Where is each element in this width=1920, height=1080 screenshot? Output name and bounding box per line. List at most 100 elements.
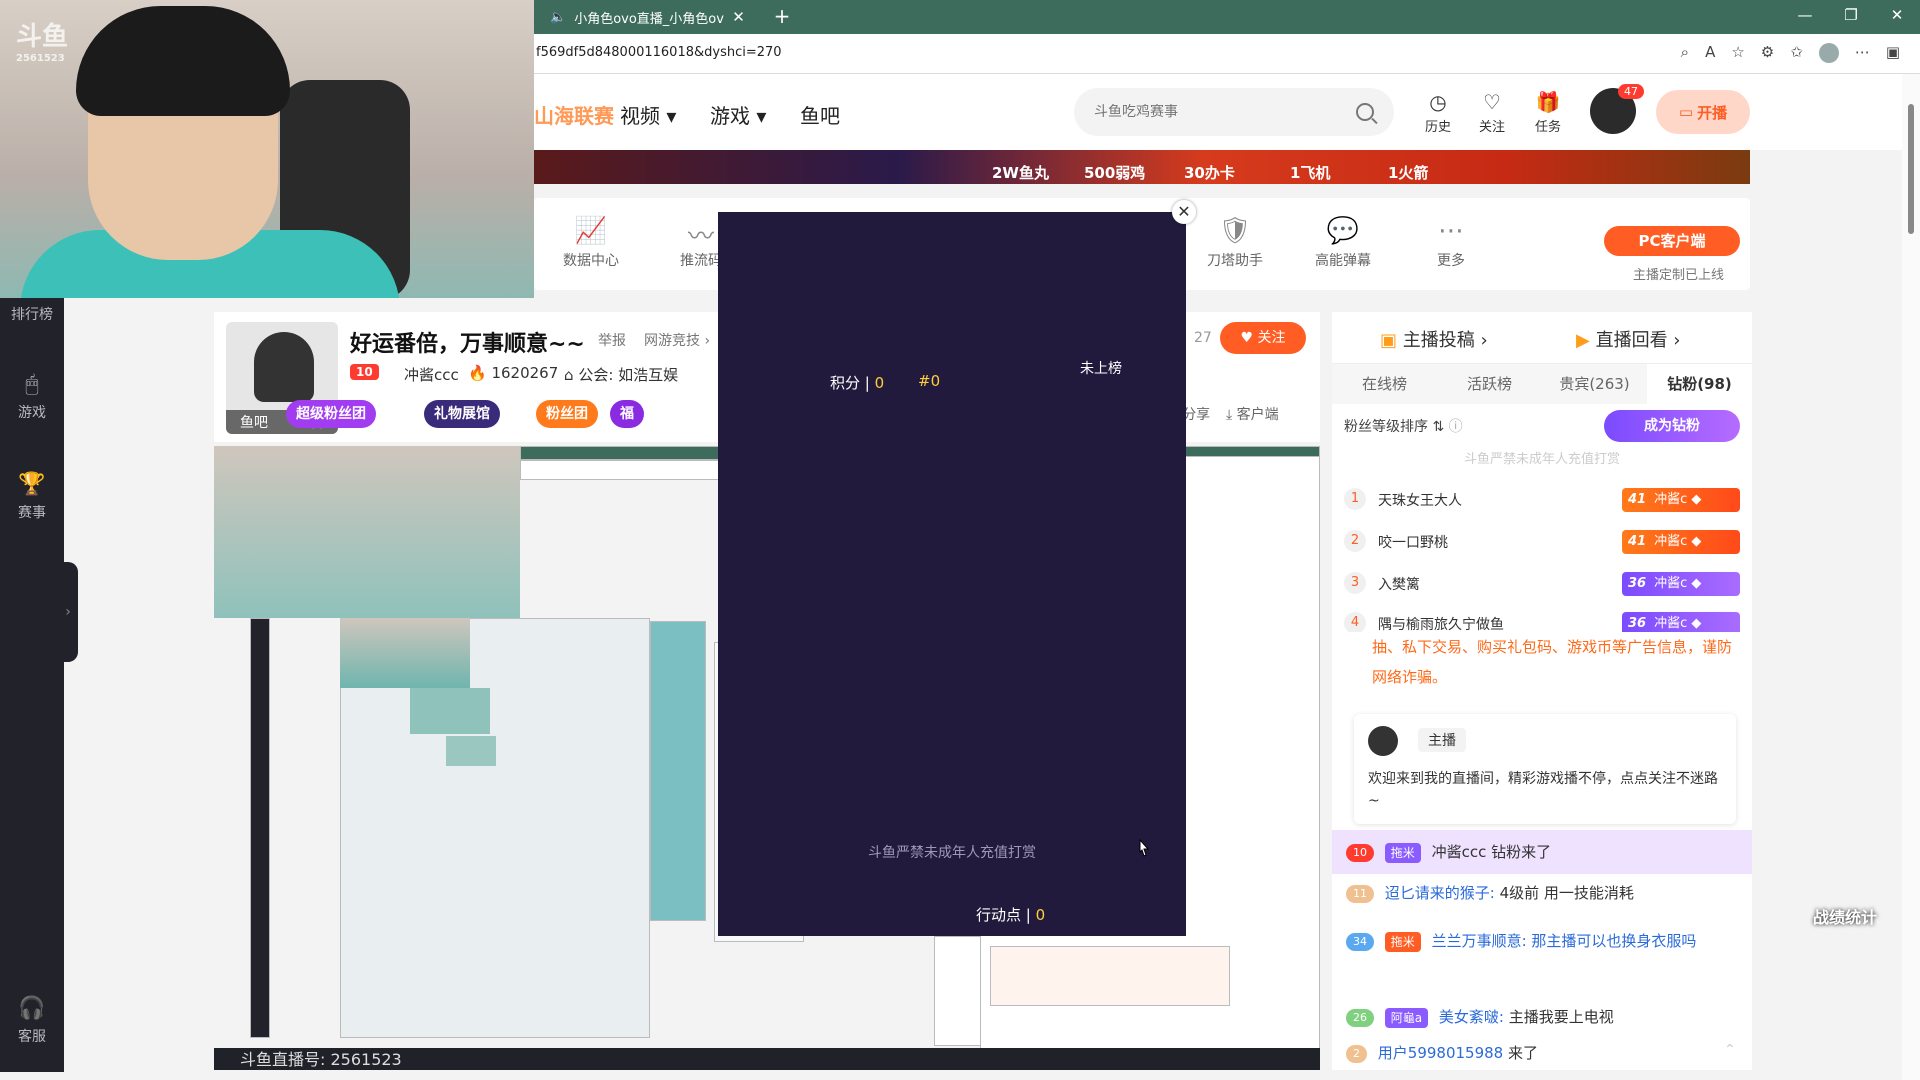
sidebar-item-events[interactable]: 🏆 赛事 [0, 472, 64, 522]
start-live-button[interactable]: ▭ 开播 [1656, 90, 1750, 134]
notification-badge: 47 [1618, 84, 1644, 99]
tool-label: 刀塔助手 [1207, 253, 1263, 269]
chat-message[interactable]: 26 阿龜a 美女紊啵: 主播我要上电视 [1346, 1002, 1740, 1032]
event-banner[interactable]: 2W鱼丸 500弱鸡 30办卡 1飞机 1火箭 [534, 150, 1750, 184]
new-tab-icon[interactable]: + [770, 4, 794, 28]
sidebar-expand-handle[interactable]: › [58, 562, 78, 662]
search-icon[interactable] [1356, 103, 1374, 121]
douyu-room-id: 2561523 [16, 53, 65, 64]
avatar-tab-fishbar[interactable]: 鱼吧 [240, 412, 268, 432]
guild-info[interactable]: ⌂ 公会: 如浩互娱 [564, 364, 678, 385]
scroll-top-icon[interactable]: ⌃ [1724, 1042, 1736, 1058]
more-icon[interactable]: ⋯ [1855, 43, 1870, 63]
search-input[interactable] [1094, 104, 1334, 120]
chat-username[interactable]: 迢匕请来的猴子: [1385, 884, 1495, 902]
start-live-label: 开播 [1697, 103, 1728, 122]
url-text[interactable]: f569df5d848000116018&dyshci=270 [536, 45, 782, 60]
score-value: 0 [874, 374, 885, 392]
host-avatar [1368, 726, 1398, 756]
chart-icon: 📈 [574, 216, 608, 246]
fan-row[interactable]: 1 天珠女王大人 41 冲酱c ◆ [1344, 484, 1740, 516]
tab-online[interactable]: 在线榜 [1332, 364, 1437, 404]
fan-chip: 拖米 [1384, 842, 1421, 863]
extensions-icon[interactable]: ⚙ [1761, 43, 1774, 63]
anchor-posts-link[interactable]: ▣ 主播投稿 › [1380, 326, 1488, 352]
site-logo[interactable]: 山海联赛 [534, 100, 614, 129]
sidebar-item-games[interactable]: 🖱 游戏 [0, 372, 64, 422]
welfare-pill[interactable]: 福 [610, 400, 644, 428]
profile-avatar[interactable] [1818, 43, 1839, 63]
tab-active[interactable]: 活跃榜 [1437, 364, 1542, 404]
fan-club-pill[interactable]: 粉丝团 [536, 400, 598, 428]
host-welcome-card: 主播 欢迎来到我的直播间，精彩游戏播不停，点点关注不迷路~ [1354, 714, 1736, 824]
fan-badge: 36 冲酱c ◆ [1622, 612, 1740, 632]
tool-danmaku[interactable]: 💬 高能弹幕 [1300, 216, 1386, 270]
follow-button[interactable]: ♥ 关注 [1220, 322, 1306, 354]
mute-icon[interactable]: 🔈 [550, 10, 566, 25]
danmaku-icon: 💬 [1326, 216, 1360, 246]
tool-dota-helper[interactable]: 🛡 刀塔助手 [1192, 216, 1278, 270]
nav-video[interactable]: 视频 ▾ [620, 100, 676, 129]
client-button[interactable]: ⤓ 客户端 [1226, 404, 1279, 424]
history-button[interactable]: ◷ 历史 [1414, 90, 1462, 135]
pc-client-subtitle: 主播定制已上线 [1632, 268, 1724, 283]
page-scrollbar[interactable] [1902, 74, 1920, 1080]
follow-list-button[interactable]: ♡ 关注 [1468, 90, 1516, 135]
chat-message[interactable]: 34 拖米 兰兰万事顺意: 那主播可以也换身衣服吗 [1346, 926, 1740, 956]
category-link[interactable]: 网游竞技 › [644, 330, 710, 350]
favorites-icon[interactable]: ✩ [1790, 43, 1803, 63]
become-diamond-fan-button[interactable]: 成为钻粉 [1604, 410, 1740, 442]
sidebar-item-label: 排行榜 [11, 307, 53, 323]
super-fan-club-pill[interactable]: 超级粉丝团 [286, 400, 376, 428]
user-level: 11 [1346, 884, 1374, 903]
pc-client-button[interactable]: PC客户端 [1604, 226, 1740, 256]
sidebar-toggle-icon[interactable]: ▣ [1886, 43, 1900, 63]
favorite-star-icon[interactable]: ☆ [1731, 43, 1744, 63]
fan-chip: 拖米 [1384, 931, 1421, 952]
chat-username[interactable]: 兰兰万事顺意: [1432, 932, 1527, 950]
zoom-icon[interactable]: ⌕ [1681, 43, 1689, 63]
scroll-thumb[interactable] [1908, 104, 1914, 234]
replay-link[interactable]: ▶ 直播回看 › [1576, 326, 1681, 352]
replay-icon: ▶ [1576, 330, 1590, 351]
task-button[interactable]: 🎁 任务 [1524, 90, 1572, 135]
tool-data-center[interactable]: 📈 数据中心 [548, 216, 634, 270]
sort-label[interactable]: 粉丝等级排序 ⇅ ⓘ [1344, 416, 1463, 436]
sidebar-item-ranking[interactable]: 排行榜 [0, 304, 64, 324]
fan-row[interactable]: 4 隅与榆雨旅久宁做鱼 36 冲酱c ◆ [1344, 608, 1740, 632]
sidebar-item-support[interactable]: 🎧 客服 [0, 996, 64, 1046]
chat-username[interactable]: 用户5998015988 [1378, 1044, 1503, 1062]
browser-tab[interactable]: 🔈 小角色ovo直播_小角色ovo直 ✕ [540, 2, 762, 32]
tab-vip[interactable]: 贵宾(263) [1542, 364, 1647, 404]
game-stats-logo[interactable]: 战绩统计 [1800, 860, 1890, 940]
popup-close-icon[interactable]: ✕ [1172, 200, 1196, 224]
tool-more[interactable]: ⋯ 更多 [1408, 216, 1494, 270]
tool-label: 数据中心 [563, 253, 619, 269]
tab-close-icon[interactable]: ✕ [732, 8, 745, 26]
chat-username[interactable]: 美女紊啵: [1439, 1008, 1504, 1026]
tab-diamond-fans[interactable]: 钻粉(98) [1647, 364, 1752, 404]
chat-message[interactable]: 2 用户5998015988 来了 [1346, 1038, 1740, 1068]
banner-prize: 30办卡 [1184, 164, 1235, 182]
anchor-posts-label: 主播投稿 › [1402, 330, 1488, 351]
minimize-icon[interactable]: — [1790, 6, 1820, 24]
task-label: 任务 [1534, 120, 1561, 135]
chat-message[interactable]: 11 迢匕请来的猴子: 4级前 用一技能消耗 [1346, 878, 1740, 908]
fan-row[interactable]: 3 入樊篱 36 冲酱c ◆ [1344, 568, 1740, 600]
window-close-icon[interactable]: ✕ [1882, 6, 1912, 24]
gift-gallery-pill[interactable]: 礼物展馆 [424, 400, 500, 428]
report-link[interactable]: 举报 [598, 330, 626, 350]
nested-chat-input [990, 946, 1230, 1006]
fan-row[interactable]: 2 咬一口野桃 41 冲酱c ◆ [1344, 526, 1740, 558]
rank-value: #0 [918, 372, 941, 390]
hot-number: 1620267 [491, 364, 559, 382]
action-points: 行动点 | 0 [976, 906, 1046, 924]
nav-fishbar[interactable]: 鱼吧 [800, 100, 840, 129]
anchor-name[interactable]: 冲酱ccc [404, 364, 459, 385]
read-aloud-icon[interactable]: A [1705, 43, 1715, 63]
help-icon[interactable]: ⓘ [1449, 419, 1463, 435]
search-box[interactable] [1074, 88, 1394, 136]
tool-label: 高能弹幕 [1315, 253, 1371, 269]
nav-game[interactable]: 游戏 ▾ [710, 100, 766, 129]
restore-icon[interactable]: ❐ [1836, 6, 1866, 24]
